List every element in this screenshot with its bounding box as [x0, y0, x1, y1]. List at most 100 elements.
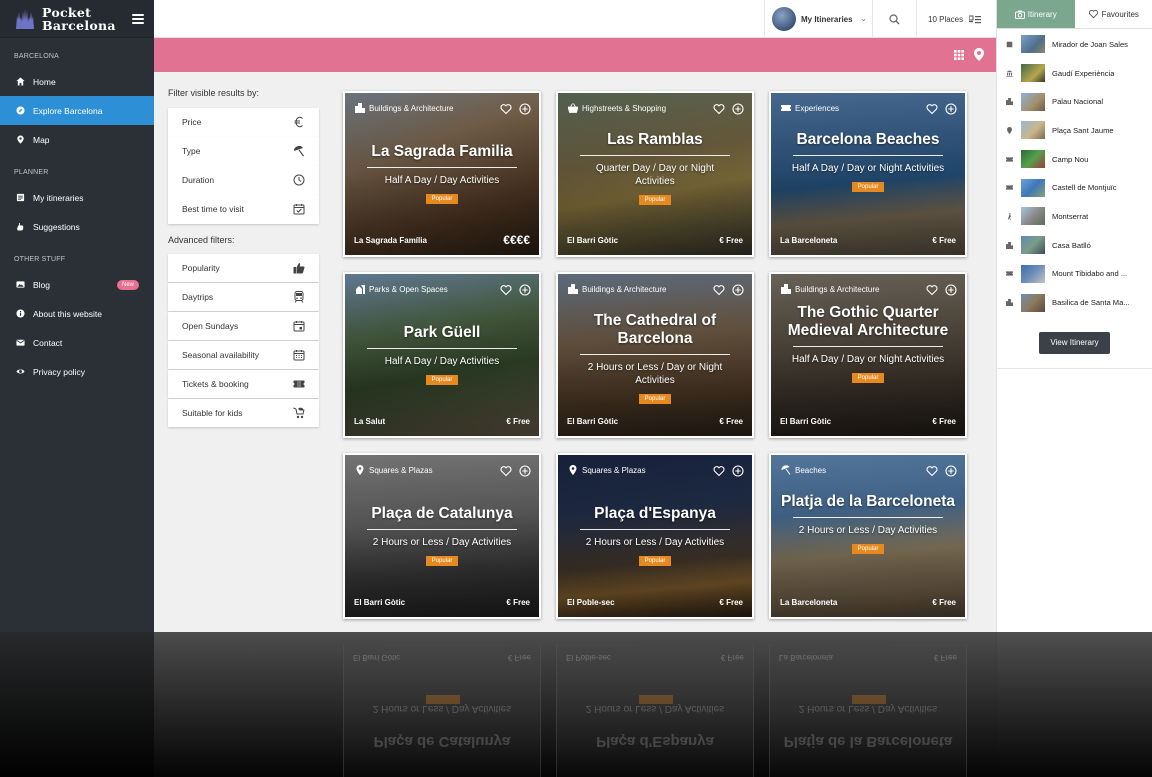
heart-icon[interactable]	[500, 284, 512, 296]
nav-item-privacy[interactable]: Privacy policy	[0, 357, 154, 386]
filter-popularity[interactable]: Popularity	[168, 253, 319, 283]
place-card-barcelona-beaches[interactable]: Experiences Barcelona Beaches Half A Day…	[769, 91, 967, 257]
heart-icon[interactable]	[713, 284, 725, 296]
filter-kids[interactable]: Suitable for kids	[168, 398, 319, 428]
my-itineraries-dropdown[interactable]: My Itineraries ⌄	[764, 0, 872, 38]
nav-item-my-itineraries[interactable]: My itineraries	[0, 183, 154, 212]
brand-name[interactable]: Pocket Barcelona	[42, 6, 116, 32]
nav-item-explore[interactable]: Explore Barcelona	[0, 96, 154, 125]
itinerary-item[interactable]: Palau Nacional	[997, 87, 1152, 116]
place-card-las-ramblas[interactable]: Highstreets & Shopping Las Ramblas Quart…	[556, 91, 754, 257]
filter-label: Tickets & booking	[182, 378, 249, 389]
place-card-sagrada-familia[interactable]: Buildings & Architecture La Sagrada Fami…	[343, 91, 541, 257]
add-circle-icon[interactable]	[945, 103, 957, 115]
heart-icon[interactable]	[500, 465, 512, 477]
itinerary-item[interactable]: Castell de Montjuïc	[997, 173, 1152, 202]
card-price: € Free	[719, 417, 743, 426]
heart-icon	[1088, 9, 1098, 19]
place-name: Camp Nou	[1052, 154, 1089, 164]
filter-type[interactable]: Type	[168, 136, 319, 166]
add-circle-icon[interactable]	[519, 284, 531, 296]
place-card-placa-espanya[interactable]: Squares & Plazas Plaça d'Espanya 2 Hours…	[556, 453, 754, 619]
tab-favourites[interactable]: Favourites	[1075, 0, 1152, 28]
top-bar: My Itineraries ⌄ 10 Places	[154, 0, 996, 38]
place-thumbnail	[1021, 207, 1045, 226]
nav-item-blog[interactable]: Blog New	[0, 270, 154, 299]
card-price: €€€€	[503, 233, 530, 247]
heart-icon[interactable]	[926, 284, 938, 296]
filter-price[interactable]: Price	[168, 108, 319, 137]
panel-tabs: Itinerary Favourites	[997, 0, 1152, 29]
nav-item-about[interactable]: About this website	[0, 299, 154, 328]
tab-itinerary[interactable]: Itinerary	[997, 0, 1075, 28]
beach-umbrella-icon	[781, 465, 791, 475]
places-counter[interactable]: 10 Places	[916, 0, 996, 38]
popular-badge: Popular	[425, 194, 459, 204]
place-card-park-guell[interactable]: Parks & Open Spaces Park Güell Half A Da…	[343, 272, 541, 438]
place-card-gothic-quarter[interactable]: Buildings & Architecture The Gothic Quar…	[769, 272, 967, 438]
itinerary-item[interactable]: Montserrat	[997, 202, 1152, 231]
popular-badge: Popular	[638, 556, 672, 566]
filter-duration[interactable]: Duration	[168, 165, 319, 195]
card-body: Platja de la Barceloneta 2 Hours or Less…	[771, 493, 965, 555]
filter-label: Open Sundays	[182, 320, 239, 331]
place-card-platja-barceloneta[interactable]: Beaches Platja de la Barceloneta 2 Hours…	[769, 453, 967, 619]
menu-toggle-icon[interactable]	[132, 13, 144, 24]
heart-icon[interactable]	[926, 465, 938, 477]
add-circle-icon[interactable]	[519, 103, 531, 115]
add-circle-icon[interactable]	[519, 465, 531, 477]
compass-icon	[14, 105, 26, 117]
new-badge: New	[116, 279, 139, 290]
heart-icon[interactable]	[926, 103, 938, 115]
brand-header: Pocket Barcelona	[0, 0, 154, 38]
reflection-neighbourhood: El Barri Gòtic	[353, 653, 401, 662]
filter-label: Seasonal availability	[182, 349, 260, 360]
search-button[interactable]	[872, 0, 916, 38]
card-category: Highstreets & Shopping	[568, 103, 666, 113]
itinerary-item[interactable]: Mount Tibidabo and ...	[997, 260, 1152, 289]
category-label: Parks & Open Spaces	[369, 284, 448, 294]
nav-item-home[interactable]: Home	[0, 67, 154, 96]
card-category: Parks & Open Spaces	[355, 284, 448, 294]
add-circle-icon[interactable]	[732, 465, 744, 477]
itinerary-item[interactable]: Basilica de Santa Ma...	[997, 288, 1152, 317]
grid-view-icon[interactable]	[954, 50, 964, 60]
heart-icon[interactable]	[713, 103, 725, 115]
card-duration: 2 Hours or Less / Day Activities	[372, 537, 512, 548]
itinerary-item[interactable]: Gaudí Experiència	[997, 59, 1152, 88]
map-view-icon[interactable]	[974, 48, 984, 61]
nav-item-suggestions[interactable]: Suggestions	[0, 212, 154, 241]
filter-open-sundays[interactable]: Open Sundays	[168, 311, 319, 341]
reflection-neighbourhood: El Poble-sec	[566, 653, 611, 662]
add-circle-icon[interactable]	[945, 465, 957, 477]
calendar-grid-icon	[293, 349, 305, 361]
card-neighbourhood: El Barri Gòtic	[354, 598, 406, 607]
itinerary-item[interactable]: Camp Nou	[997, 145, 1152, 174]
nav-label: My itineraries	[33, 192, 84, 203]
card-duration: Quarter Day / Day or Night Activities	[595, 163, 715, 187]
heart-icon[interactable]	[500, 103, 512, 115]
itinerary-item[interactable]: Casa Batlló	[997, 231, 1152, 260]
filter-best-time[interactable]: Best time to visit	[168, 194, 319, 224]
itinerary-item[interactable]: Plaça Sant Jaume	[997, 116, 1152, 145]
reflection-title: Platja de la Barceloneta	[783, 733, 953, 750]
train-icon	[294, 290, 304, 303]
filter-daytrips[interactable]: Daytrips	[168, 282, 319, 312]
view-itinerary-button[interactable]: View Itinerary	[1039, 331, 1110, 354]
add-circle-icon[interactable]	[732, 103, 744, 115]
page-banner	[154, 38, 996, 72]
place-card-cathedral[interactable]: Buildings & Architecture The Cathedral o…	[556, 272, 754, 438]
sagrada-logo-icon[interactable]	[14, 8, 36, 30]
card-duration: 2 Hours or Less / Day or Night Activitie…	[587, 362, 723, 386]
place-card-placa-catalunya[interactable]: Squares & Plazas Plaça de Catalunya 2 Ho…	[343, 453, 541, 619]
nav-item-map[interactable]: Map	[0, 125, 154, 154]
nav-item-contact[interactable]: Contact	[0, 328, 154, 357]
itinerary-item[interactable]: Mirador de Joan Sales	[997, 30, 1152, 59]
add-circle-icon[interactable]	[945, 284, 957, 296]
card-body: Barcelona Beaches Half A Day / Day or Ni…	[771, 131, 965, 193]
add-circle-icon[interactable]	[732, 284, 744, 296]
heart-icon[interactable]	[713, 465, 725, 477]
filter-seasonal[interactable]: Seasonal availability	[168, 340, 319, 370]
reflection-price: € Free	[720, 653, 744, 662]
filter-tickets[interactable]: Tickets & booking	[168, 369, 319, 399]
